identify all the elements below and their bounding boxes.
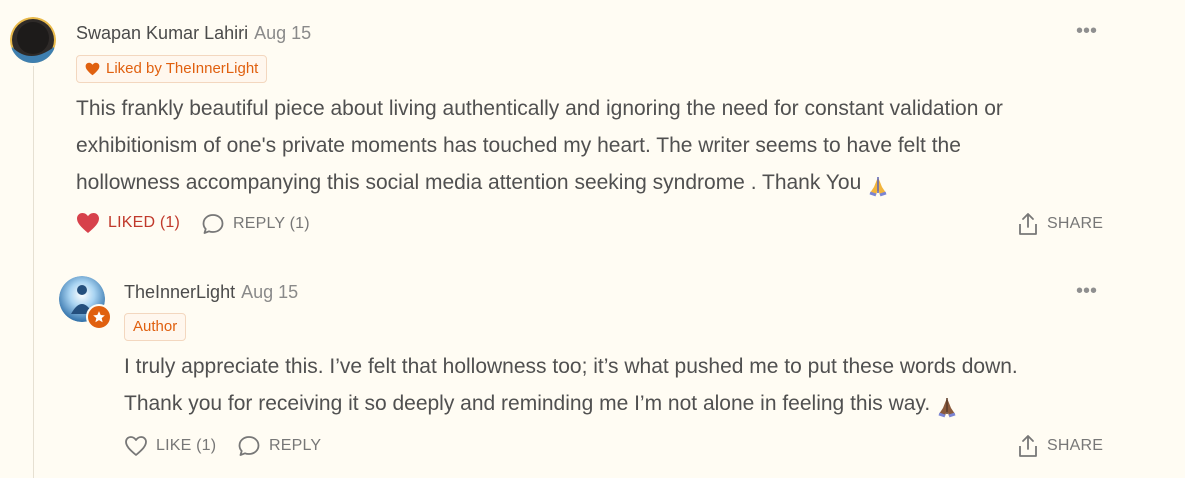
comment-date[interactable]: Aug 15 [241,282,298,302]
more-options-button[interactable]: ••• [1076,280,1097,303]
heart-filled-icon [76,212,100,234]
comment-body: I truly appreciate this. I’ve felt that … [124,348,1124,422]
comment-author-row: TheInnerLight Aug 15 [124,282,298,303]
share-label: SHARE [1047,437,1104,454]
comment-bubble-icon [201,213,225,235]
comment-body-line: I truly appreciate this. I’ve felt that … [124,355,1018,378]
comment-body-line: This frankly beautiful piece about livin… [76,97,1003,120]
share-button[interactable]: SHARE [1017,434,1103,458]
comment-body: This frankly beautiful piece about livin… [76,90,1116,201]
thread-line [33,66,34,478]
comment-author-name[interactable]: Swapan Kumar Lahiri [76,23,248,43]
share-button[interactable]: SHARE [1017,212,1103,236]
author-badge: Author [124,313,187,341]
comment-body-line: hollowness accompanying this social medi… [76,164,1116,201]
heart-icon [85,62,100,76]
comment-author-row: Swapan Kumar Lahiri Aug 15 [76,23,311,44]
comment-date[interactable]: Aug 15 [254,23,311,43]
comment-bubble-icon [237,435,261,457]
badge-label: Author [133,318,178,335]
share-label: SHARE [1047,215,1104,232]
avatar[interactable] [10,17,56,63]
share-icon [1017,434,1039,458]
liked-by-author-badge: Liked by TheInnerLight [76,55,268,83]
more-options-button[interactable]: ••• [1076,20,1097,43]
reply-label: REPLY [269,437,322,454]
folded-hands-emoji-icon [936,393,958,418]
like-label: LIKED (1) [108,214,181,231]
share-icon [1017,212,1039,236]
comment-body-line: exhibitionism of one's private moments h… [76,134,961,157]
badge-label: Liked by TheInnerLight [106,60,259,77]
reply-label: REPLY (1) [233,215,310,232]
heart-outline-icon [124,435,148,457]
reply-button[interactable]: REPLY [237,435,321,457]
author-star-badge-icon [86,304,112,330]
like-label: LIKE (1) [156,437,217,454]
comment-author-name[interactable]: TheInnerLight [124,282,235,302]
reply-button[interactable]: REPLY (1) [201,213,310,235]
like-button[interactable]: LIKE (1) [124,435,216,457]
folded-hands-emoji-icon [867,172,889,197]
comment-body-line: Thank you for receiving it so deeply and… [124,385,1124,422]
like-button[interactable]: LIKED (1) [76,212,180,234]
